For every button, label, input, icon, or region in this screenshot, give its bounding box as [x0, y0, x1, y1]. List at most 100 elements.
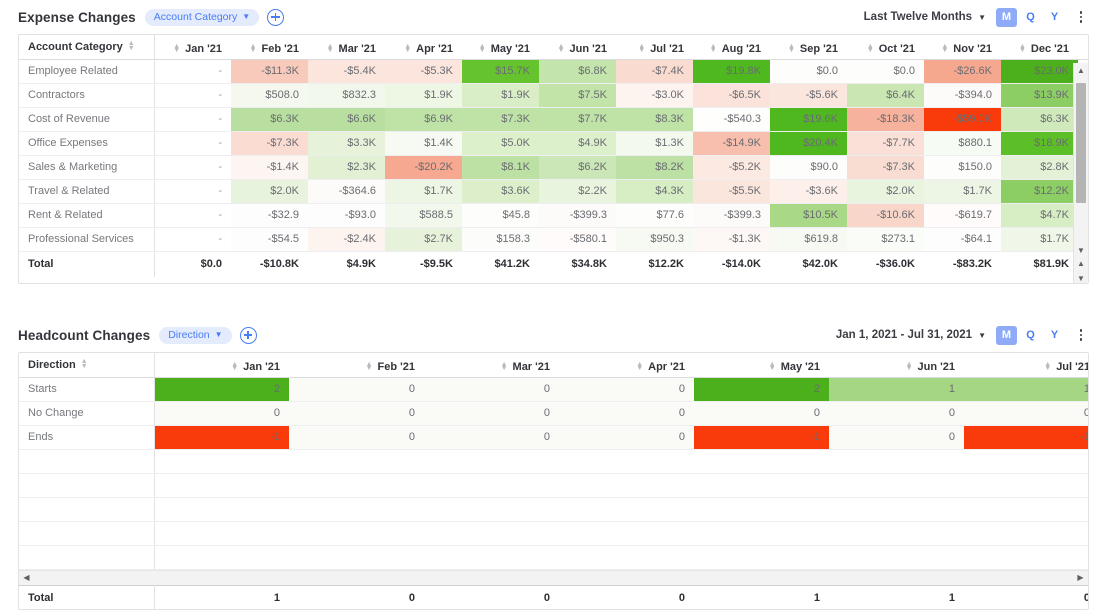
data-cell[interactable]: -$14.9K	[693, 131, 770, 155]
data-cell[interactable]: -$5.6K	[770, 83, 847, 107]
column-header-period[interactable]: ▲▼Jun '21	[829, 353, 964, 377]
data-cell[interactable]: -$7.3K	[847, 155, 924, 179]
data-cell[interactable]: -$5.5K	[693, 179, 770, 203]
data-cell[interactable]: -$10.6K	[847, 203, 924, 227]
data-cell[interactable]: -$7.3K	[231, 131, 308, 155]
column-header-period[interactable]: ▲▼Jan '21	[154, 35, 231, 59]
data-cell[interactable]: -$3.6K	[770, 179, 847, 203]
data-cell[interactable]: -1	[964, 425, 1089, 449]
data-cell[interactable]: 0	[424, 425, 559, 449]
data-cell[interactable]: $19.8K	[693, 59, 770, 83]
sort-icon[interactable]: ▲▼	[558, 45, 565, 54]
data-cell[interactable]: $1.9K	[385, 83, 462, 107]
data-cell[interactable]: -	[154, 179, 231, 203]
data-cell[interactable]: $273.1	[847, 227, 924, 251]
data-cell[interactable]: $2.8K	[1001, 155, 1078, 179]
column-header-period[interactable]: ▲▼Jul '21	[616, 35, 693, 59]
sort-icon[interactable]: ▲▼	[1019, 45, 1026, 54]
data-cell[interactable]: $77.6	[616, 203, 693, 227]
column-header-period[interactable]: ▲▼Sep '21	[770, 35, 847, 59]
data-cell[interactable]: $1.7K	[924, 179, 1001, 203]
data-cell[interactable]: $12.2K	[1001, 179, 1078, 203]
data-cell[interactable]: 0	[694, 401, 829, 425]
data-cell[interactable]: -$399.3	[539, 203, 616, 227]
data-cell[interactable]: 2	[694, 377, 829, 401]
expense-granularity-m[interactable]: M	[996, 8, 1017, 27]
data-cell[interactable]: $6.8K	[539, 59, 616, 83]
expense-dimension-pill[interactable]: Account Category ▼	[145, 9, 259, 26]
data-cell[interactable]: -	[154, 83, 231, 107]
scroll-left-icon[interactable]: ◀	[19, 573, 34, 582]
data-cell[interactable]: -$3.0K	[616, 83, 693, 107]
table-row[interactable]: Contractors-$508.0$832.3$1.9K$1.9K$7.5K-…	[19, 83, 1089, 107]
column-header-period[interactable]: ▲▼Feb '21	[231, 35, 308, 59]
table-row[interactable]: Sales & Marketing--$1.4K$2.3K-$20.2K$8.1…	[19, 155, 1089, 179]
data-cell[interactable]: 0	[289, 401, 424, 425]
data-cell[interactable]: $90.0	[770, 155, 847, 179]
sort-icon[interactable]: ▲▼	[173, 45, 180, 54]
sort-icon[interactable]: ▲▼	[327, 45, 334, 54]
column-header-period[interactable]: ▲▼May '21	[694, 353, 829, 377]
table-row[interactable]: Starts2000211	[19, 377, 1089, 401]
column-header-period[interactable]: ▲▼Jan '21	[154, 353, 289, 377]
sort-icon[interactable]: ▲▼	[128, 42, 135, 51]
data-cell[interactable]: 0	[289, 377, 424, 401]
data-cell[interactable]: 0	[154, 401, 289, 425]
scroll-down-icon[interactable]: ▼	[1074, 271, 1088, 284]
data-cell[interactable]: 0	[559, 401, 694, 425]
data-cell[interactable]: -$5.3K	[385, 59, 462, 83]
expense-total-scroll-stepper[interactable]: ▲ ▼	[1073, 256, 1088, 283]
headcount-dimension-pill[interactable]: Direction ▼	[159, 327, 231, 344]
data-cell[interactable]: -$32.9	[231, 203, 308, 227]
data-cell[interactable]: $8.3K	[616, 107, 693, 131]
expense-date-range-selector[interactable]: Last Twelve Months ▼	[864, 11, 986, 23]
sort-icon[interactable]: ▲▼	[1044, 363, 1051, 372]
data-cell[interactable]: -$18.3K	[847, 107, 924, 131]
data-cell[interactable]: $3.3K	[308, 131, 385, 155]
data-cell[interactable]: $588.5	[385, 203, 462, 227]
data-cell[interactable]: -$1.4K	[231, 155, 308, 179]
data-cell[interactable]: -	[154, 59, 231, 83]
data-cell[interactable]: $18.9K	[1001, 131, 1078, 155]
data-cell[interactable]: $0.0	[770, 59, 847, 83]
headcount-horizontal-scrollbar[interactable]: ◀ ▶	[19, 570, 1088, 585]
data-cell[interactable]: 0	[289, 425, 424, 449]
data-cell[interactable]: -$5.4K	[308, 59, 385, 83]
data-cell[interactable]: $158.3	[462, 227, 539, 251]
headcount-granularity-m[interactable]: M	[996, 326, 1017, 345]
data-cell[interactable]: $1.4K	[385, 131, 462, 155]
data-cell[interactable]: 0	[559, 377, 694, 401]
data-cell[interactable]: -$2.4K	[308, 227, 385, 251]
data-cell[interactable]: $6.6K	[308, 107, 385, 131]
column-header-period[interactable]: ▲▼Nov '21	[924, 35, 1001, 59]
data-cell[interactable]: -$26.6K	[924, 59, 1001, 83]
data-cell[interactable]: $8.2K	[616, 155, 693, 179]
table-row[interactable]: Ends-1000-10-1	[19, 425, 1089, 449]
scrollbar-track[interactable]	[34, 570, 1073, 585]
column-header-period[interactable]: ▲▼Mar '21	[424, 353, 559, 377]
data-cell[interactable]: $4.7K	[1001, 203, 1078, 227]
scrollbar-thumb[interactable]	[1076, 83, 1086, 203]
data-cell[interactable]: $2.0K	[231, 179, 308, 203]
data-cell[interactable]: $6.3K	[231, 107, 308, 131]
column-header-period[interactable]: ▲▼Feb '21	[289, 353, 424, 377]
sort-icon[interactable]: ▲▼	[788, 45, 795, 54]
data-cell[interactable]: $7.3K	[462, 107, 539, 131]
data-cell[interactable]: $13.9K	[1001, 83, 1078, 107]
data-cell[interactable]: $8.1K	[462, 155, 539, 179]
column-header-period[interactable]: ▲▼Dec '21	[1001, 35, 1078, 59]
data-cell[interactable]: $1.7K	[1001, 227, 1078, 251]
column-header-period[interactable]: ▲▼Oct '21	[847, 35, 924, 59]
data-cell[interactable]: $6.9K	[385, 107, 462, 131]
column-header-dimension[interactable]: Direction▲▼	[19, 353, 154, 377]
data-cell[interactable]: $2.2K	[539, 179, 616, 203]
expense-vertical-scrollbar[interactable]: ▲ ▼	[1073, 63, 1088, 258]
data-cell[interactable]: $4.3K	[616, 179, 693, 203]
data-cell[interactable]: 0	[424, 377, 559, 401]
data-cell[interactable]: $5.0K	[462, 131, 539, 155]
data-cell[interactable]: -$64.1	[924, 227, 1001, 251]
sort-icon[interactable]: ▲▼	[404, 45, 411, 54]
data-cell[interactable]: -	[154, 227, 231, 251]
column-header-period[interactable]: ▲▼Apr '21	[559, 353, 694, 377]
data-cell[interactable]: $3.6K	[462, 179, 539, 203]
